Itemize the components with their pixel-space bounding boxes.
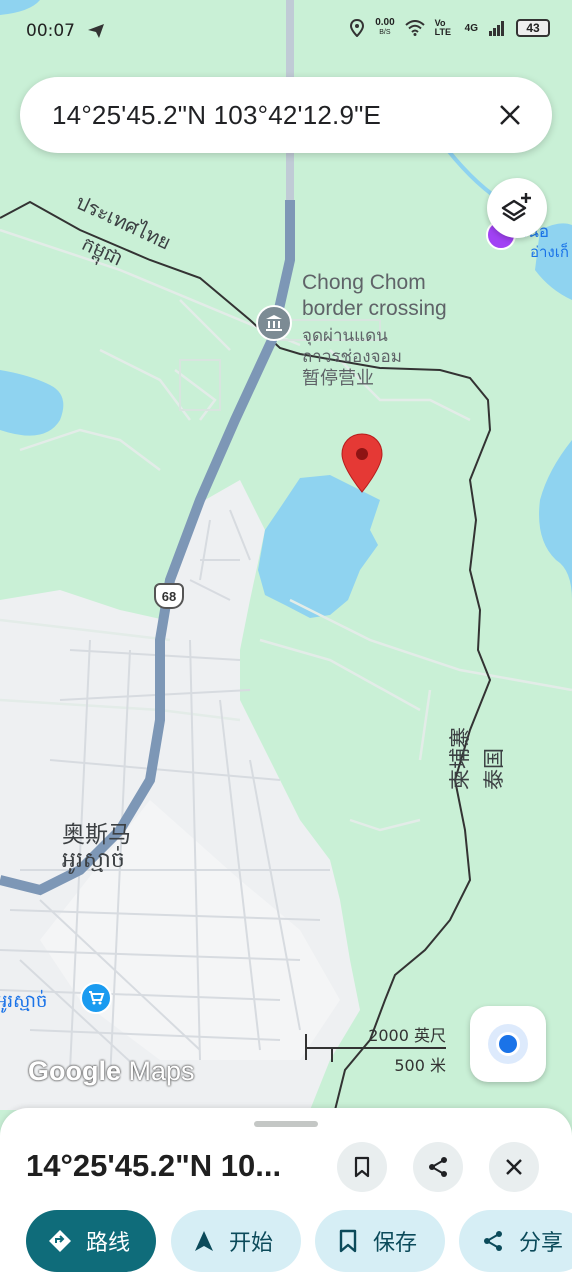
close-sheet-button[interactable]: [489, 1142, 539, 1192]
directions-icon: [49, 1230, 71, 1252]
map-label-osmach-zh: 奥斯马: [62, 822, 131, 848]
share-chip[interactable]: 分享: [459, 1210, 572, 1272]
layers-add-icon: [501, 193, 531, 222]
border-crossing-pin[interactable]: [256, 305, 292, 341]
map-scale: 2000 英尺 500 米: [300, 1022, 450, 1078]
shopping-place-pin[interactable]: [80, 982, 112, 1014]
save-chip-label: 保存: [373, 1231, 418, 1256]
layers-button[interactable]: [487, 178, 547, 238]
navigation-arrow-icon: [195, 1231, 213, 1251]
close-icon: [506, 1159, 522, 1175]
map-label-osmach-km-shop: អូរស្មាច់: [0, 991, 48, 1011]
start-chip[interactable]: 开始: [171, 1210, 301, 1272]
battery-level: 43: [526, 21, 540, 35]
share-icon: [484, 1231, 502, 1251]
directions-chip[interactable]: 路线: [26, 1210, 156, 1272]
network-type: 4G: [464, 22, 478, 34]
dropped-pin-marker[interactable]: [340, 432, 384, 494]
save-chip[interactable]: 保存: [315, 1210, 445, 1272]
start-chip-label: 开始: [229, 1231, 274, 1256]
close-icon: [500, 105, 520, 125]
search-query[interactable]: 14°25'45.2"N 103°42'12.9"E: [52, 100, 381, 131]
route-shield-number: 68: [161, 588, 177, 604]
place-bottom-sheet[interactable]: 14°25'45.2"N 10... 路线 开始 保存 分享: [0, 1108, 572, 1280]
clear-search-button[interactable]: [492, 97, 528, 133]
share-round-button[interactable]: [413, 1142, 463, 1192]
my-location-icon: [496, 1032, 520, 1056]
net-speed-value: 0.00: [375, 17, 395, 28]
map-label-thailand-zh: 泰国: [482, 748, 506, 790]
sheet-drag-handle[interactable]: [254, 1121, 318, 1127]
map-label-temporarily-closed: 暂停营业: [302, 368, 374, 389]
map-label-cambodia-zh: 柬埔寨: [448, 727, 472, 790]
bookmark-icon: [354, 1156, 370, 1178]
status-indicators: 0.00 B/S Vo LTE 4G 43: [349, 18, 550, 38]
search-box[interactable]: 14°25'45.2"N 103°42'12.9"E: [20, 77, 552, 153]
place-title: 14°25'45.2"N 10...: [26, 1148, 282, 1183]
signal-bars-icon: [489, 21, 504, 36]
google-wordmark: Google: [28, 1056, 121, 1086]
route-68-shield: 68: [154, 583, 184, 609]
location-icon: [350, 19, 365, 37]
government-building-icon: [266, 315, 282, 331]
map-label-chong-chom-line1[interactable]: Chong Chom: [302, 271, 426, 295]
volte-indicator: Vo LTE: [434, 18, 451, 37]
map-label-lake-thai-2: อ่างเก็: [530, 244, 569, 261]
telegram-send-icon: [88, 24, 104, 38]
net-speed-unit: B/S: [379, 29, 391, 36]
battery-indicator: 43: [516, 19, 550, 37]
google-maps-logo: Google Maps: [28, 1056, 195, 1087]
share-icon: [429, 1157, 447, 1177]
maps-wordmark: Maps: [128, 1056, 195, 1086]
map-label-chong-chom-line2[interactable]: border crossing: [302, 297, 447, 321]
status-time: 00:07: [26, 21, 75, 41]
map-label-osmach-km: អូរស្មាច់: [62, 847, 125, 872]
shopping-cart-icon: [89, 991, 105, 1005]
scale-bar: [305, 1034, 446, 1062]
share-chip-label: 分享: [519, 1231, 564, 1256]
directions-chip-label: 路线: [86, 1231, 131, 1256]
status-bar: 00:07 0.00 B/S Vo LTE 4G 43: [0, 0, 572, 62]
wifi-icon: [404, 20, 425, 36]
my-location-button[interactable]: [470, 1006, 546, 1082]
save-bookmark-button[interactable]: [337, 1142, 387, 1192]
bookmark-icon: [339, 1229, 357, 1253]
